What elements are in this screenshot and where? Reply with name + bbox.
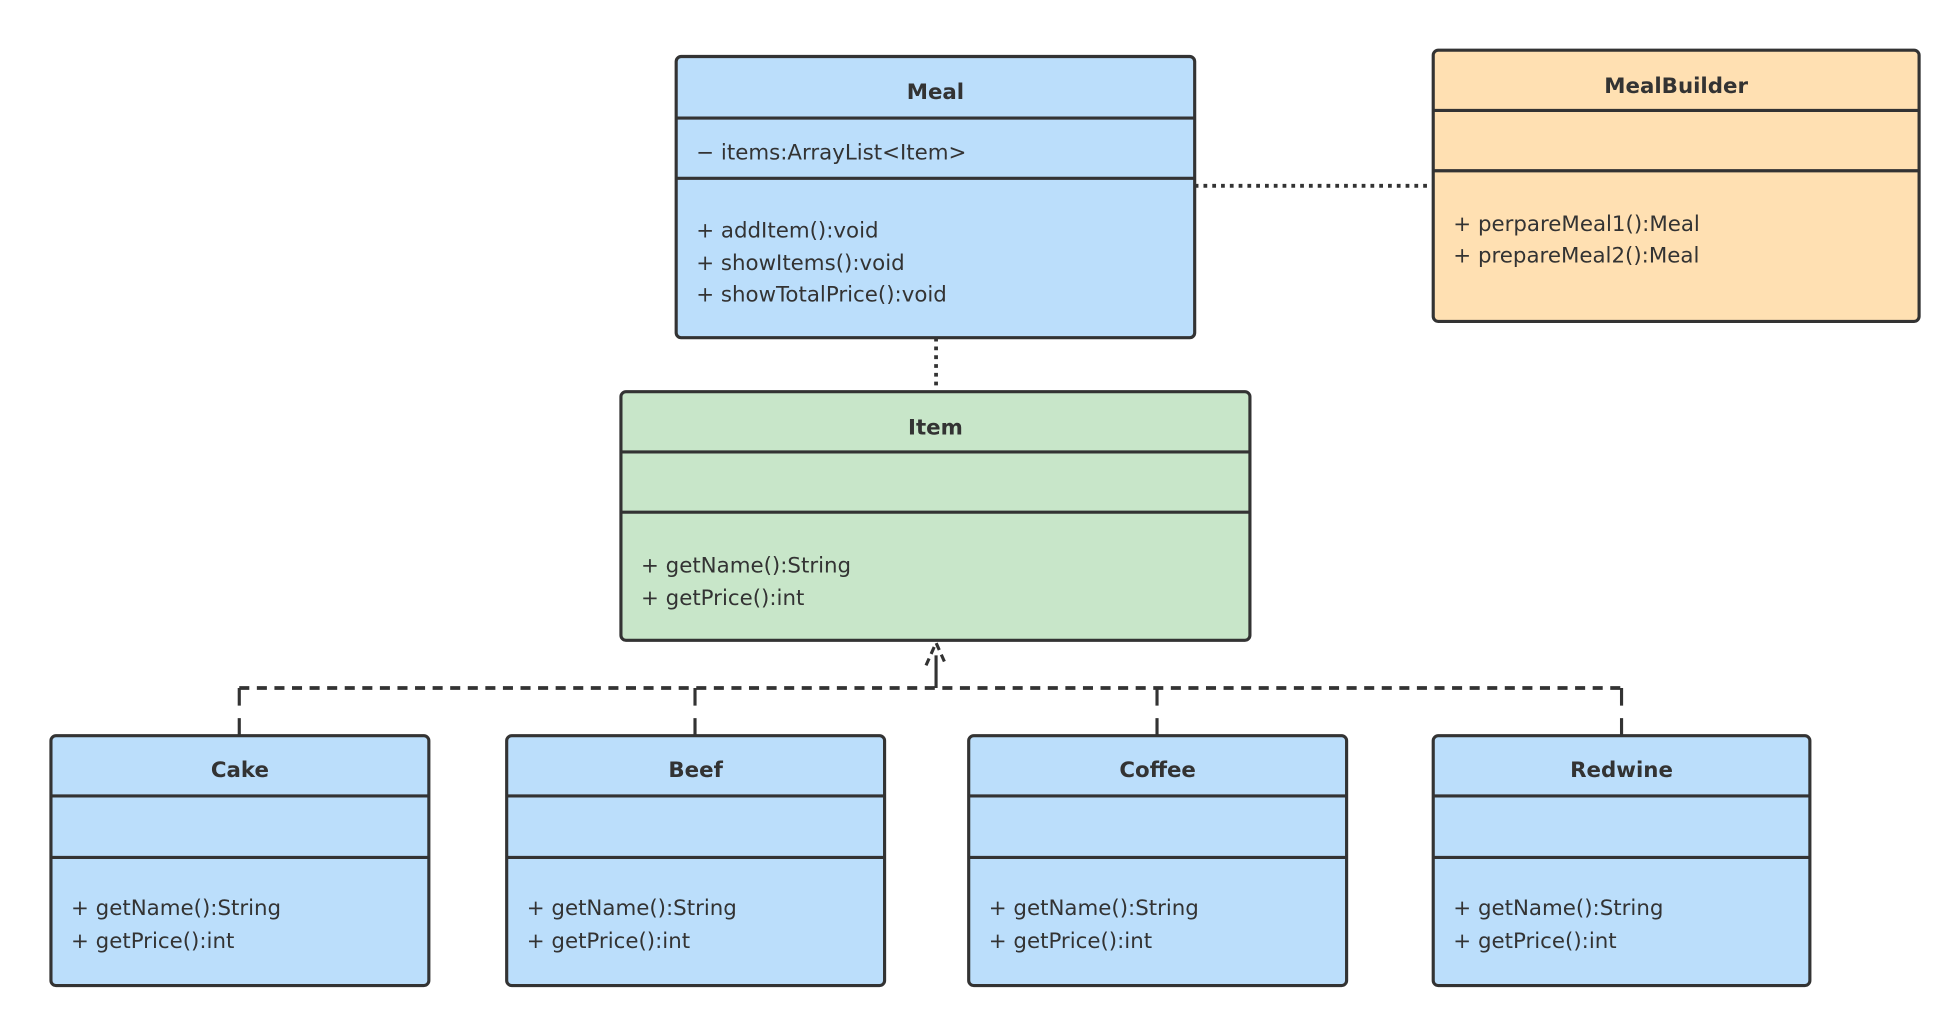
class-name: MealBuilder [1604, 74, 1748, 99]
class-method: + getPrice():int [71, 929, 234, 954]
class-method: + showTotalPrice():void [696, 282, 947, 307]
class-method: + getName():String [1453, 896, 1663, 921]
class-method: + addItem():void [696, 218, 878, 243]
class-name: Cake [211, 758, 269, 783]
class-cake[interactable]: Cake + getName():String + getPrice():int [49, 734, 431, 988]
class-name: Beef [668, 758, 723, 783]
class-name: Redwine [1570, 758, 1673, 783]
class-redwine[interactable]: Redwine + getName():String + getPrice():in… [1431, 734, 1812, 988]
class-method: + getPrice():int [1453, 929, 1616, 954]
class-method: + getName():String [71, 896, 281, 921]
class-method: + getPrice():int [989, 929, 1152, 954]
class-meal[interactable]: Meal − items:ArrayList<Item> + addItem():v… [674, 54, 1197, 340]
class-boxes: Meal − items:ArrayList<Item> + addItem():v… [49, 48, 1921, 988]
class-name: Item [908, 415, 963, 440]
class-method: + prepareMeal2():Meal [1453, 243, 1699, 268]
uml-class-diagram: Meal − items:ArrayList<Item> + addItem():v… [49, 48, 1921, 988]
class-item[interactable]: Item + getName():String + getPrice():int [619, 390, 1252, 642]
class-method: + getName():String [989, 896, 1199, 921]
class-method: + showItems():void [696, 251, 904, 276]
class-mealbuilder[interactable]: MealBuilder + perpareMeal1():Meal + prepar… [1431, 48, 1921, 323]
class-method: + getPrice():int [527, 929, 690, 954]
class-method: + getPrice():int [641, 586, 804, 611]
class-beef[interactable]: Beef + getName():String + getPrice():int [505, 734, 887, 988]
class-method: + getName():String [527, 896, 737, 921]
class-attribute: − items:ArrayList<Item> [696, 140, 966, 165]
class-name: Meal [907, 80, 964, 105]
class-coffee[interactable]: Coffee + getName():String + getPrice():int [967, 734, 1349, 988]
class-method: + perpareMeal1():Meal [1453, 212, 1700, 237]
class-method: + getName():String [641, 553, 851, 578]
class-name: Coffee [1119, 758, 1196, 783]
